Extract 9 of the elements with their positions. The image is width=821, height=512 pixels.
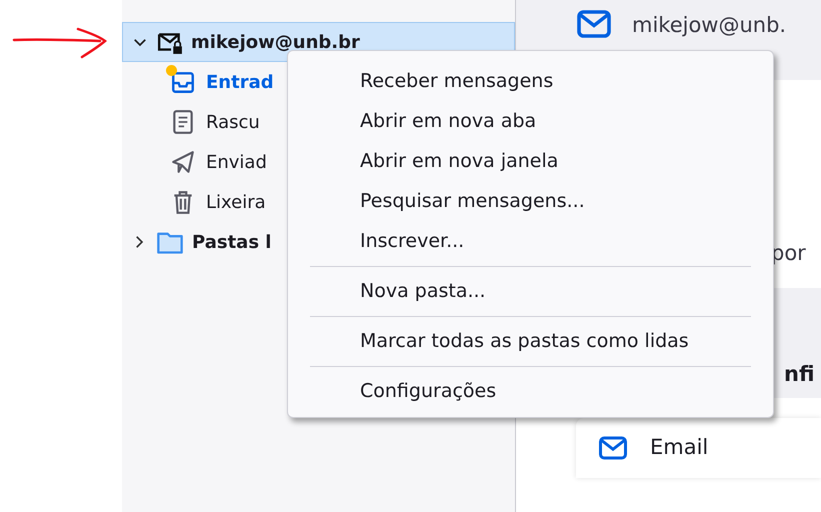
folder-name: Enviad [206,150,267,174]
folder-name: Pastas l [192,230,272,254]
account-name: mikejow@unb.br [191,30,360,54]
card-label: Email [650,434,708,462]
account-title: mikejow@unb. [632,12,786,39]
folder-name: Lixeira [206,190,266,214]
folder-name: Rascu [206,110,260,134]
section-heading: nfi [784,360,815,388]
folder-name: Entrad [206,70,274,94]
